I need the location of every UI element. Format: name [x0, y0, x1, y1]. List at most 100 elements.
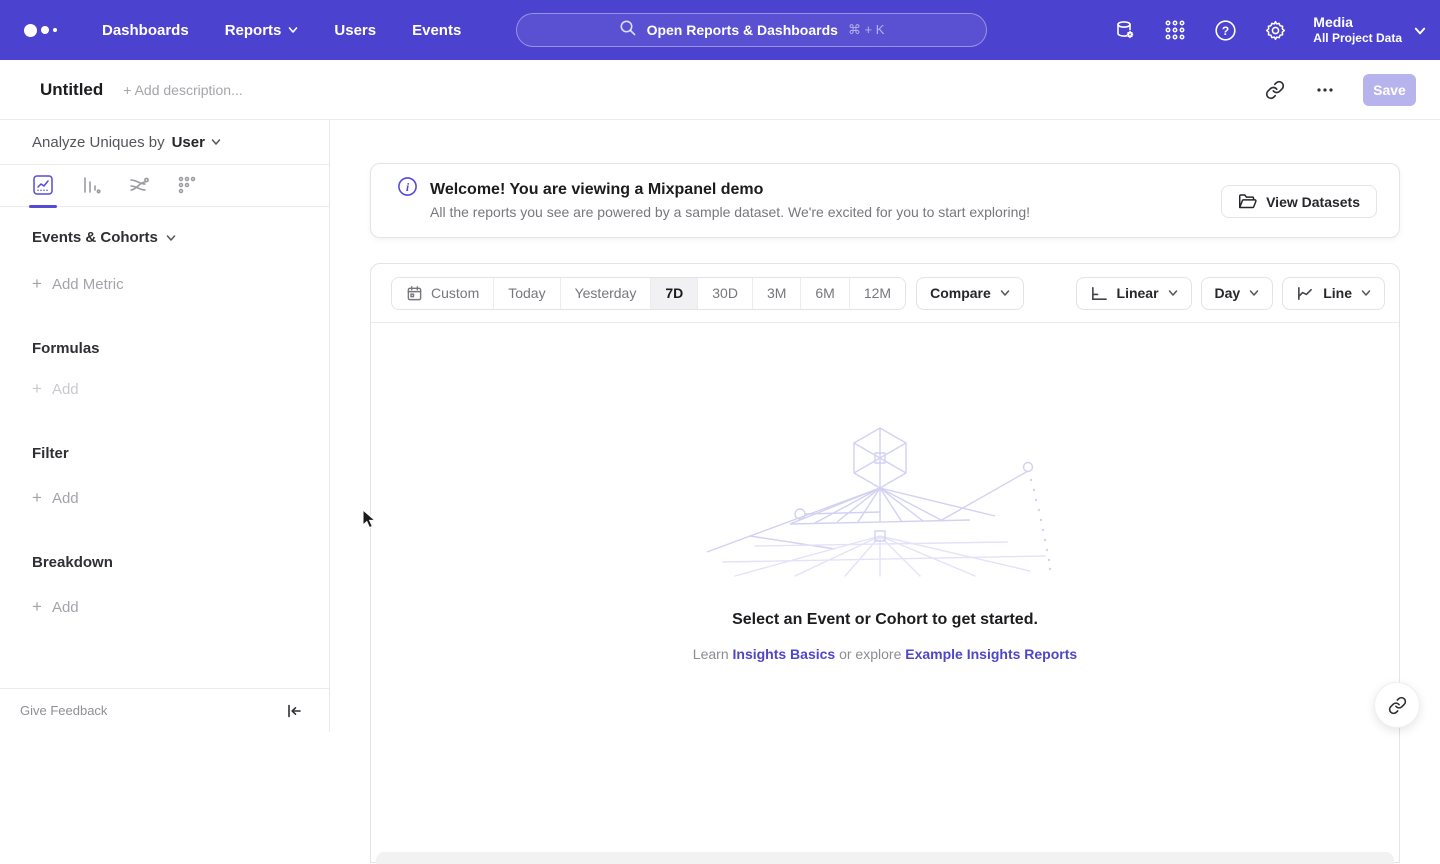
report-title[interactable]: Untitled — [40, 80, 103, 100]
tab-retention-icon[interactable] — [176, 174, 198, 196]
date-range-segmented-control: Custom Today Yesterday 7D 30D 3M 6M 12M — [391, 277, 906, 310]
chevron-down-icon — [1361, 288, 1371, 298]
compare-dropdown[interactable]: Compare — [916, 277, 1024, 310]
nav-right: ? Media All Project Data — [1113, 0, 1424, 60]
chevron-down-icon — [1249, 288, 1259, 298]
folder-icon — [1238, 193, 1257, 210]
tab-bar-chart-icon[interactable] — [80, 174, 102, 196]
date-range-6m[interactable]: 6M — [801, 278, 849, 309]
date-range-today[interactable]: Today — [494, 278, 560, 309]
events-cohorts-section: Events & Cohorts + Add Metric — [0, 229, 329, 294]
scale-dropdown[interactable]: Linear — [1076, 277, 1192, 310]
nav-item-events[interactable]: Events — [412, 22, 461, 39]
hint-prefix: Learn — [693, 646, 729, 662]
chart-controls-row: Custom Today Yesterday 7D 30D 3M 6M 12M … — [371, 264, 1399, 323]
formulas-heading: Formulas — [32, 340, 329, 357]
add-filter-button[interactable]: + Add — [32, 488, 329, 508]
project-switcher[interactable]: Media All Project Data — [1313, 14, 1424, 46]
more-options-icon[interactable] — [1313, 78, 1337, 102]
nav-item-reports[interactable]: Reports — [225, 22, 299, 39]
data-management-icon[interactable] — [1113, 18, 1137, 42]
save-button[interactable]: Save — [1363, 74, 1416, 106]
chevron-down-icon — [211, 137, 221, 147]
hint-middle: or explore — [839, 646, 901, 662]
plus-icon: + — [32, 379, 42, 399]
filter-section: Filter + Add — [0, 445, 329, 508]
empty-state-hint: Learn Insights Basics or explore Example… — [371, 646, 1399, 662]
formulas-section: Formulas + Add — [0, 340, 329, 399]
chevron-down-icon — [1000, 288, 1010, 298]
logo-dot-small — [53, 28, 57, 32]
date-range-label: Today — [508, 285, 545, 301]
date-range-12m[interactable]: 12M — [850, 278, 905, 309]
view-datasets-button[interactable]: View Datasets — [1221, 185, 1377, 218]
analyze-by-dropdown[interactable]: User — [172, 134, 221, 151]
add-filter-label: Add — [52, 490, 79, 507]
apps-grid-icon[interactable] — [1163, 18, 1187, 42]
filter-heading: Filter — [32, 445, 329, 462]
example-reports-link[interactable]: Example Insights Reports — [905, 646, 1077, 662]
add-formula-button[interactable]: + Add — [32, 379, 329, 399]
report-header: Untitled + Add description... Save — [0, 60, 1440, 120]
report-description-placeholder[interactable]: + Add description... — [123, 82, 242, 98]
date-range-yesterday[interactable]: Yesterday — [561, 278, 652, 309]
tab-insights-line-icon[interactable] — [32, 174, 54, 196]
events-cohorts-heading[interactable]: Events & Cohorts — [32, 229, 329, 246]
date-range-7d-selected[interactable]: 7D — [651, 278, 698, 309]
add-breakdown-button[interactable]: + Add — [32, 597, 329, 617]
interval-label: Day — [1215, 285, 1241, 301]
date-range-3m[interactable]: 3M — [753, 278, 801, 309]
interval-dropdown[interactable]: Day — [1201, 277, 1274, 310]
settings-gear-icon[interactable] — [1263, 18, 1287, 42]
search-placeholder: Open Reports & Dashboards — [647, 22, 838, 38]
give-feedback-link[interactable]: Give Feedback — [20, 703, 107, 718]
report-actions: Save — [1263, 74, 1416, 106]
chart-type-tabs — [0, 165, 329, 207]
global-search[interactable]: Open Reports & Dashboards ⌘ + K — [516, 13, 987, 47]
mixpanel-logo[interactable] — [24, 24, 70, 37]
plus-icon: + — [32, 597, 42, 617]
date-range-custom[interactable]: Custom — [392, 278, 494, 309]
demo-banner: i Welcome! You are viewing a Mixpanel de… — [370, 163, 1400, 238]
view-datasets-label: View Datasets — [1266, 194, 1360, 210]
date-range-30d[interactable]: 30D — [698, 278, 753, 309]
project-subtitle: All Project Data — [1313, 31, 1402, 46]
breakdown-section: Breakdown + Add — [0, 554, 329, 617]
date-range-label: 6M — [815, 285, 834, 301]
analyze-row: Analyze Uniques by User — [0, 120, 329, 165]
nav-items: Dashboards Reports Users Events — [102, 22, 461, 39]
chart-type-dropdown[interactable]: Line — [1282, 277, 1385, 310]
svg-text:?: ? — [1222, 24, 1229, 38]
plus-icon: + — [32, 488, 42, 508]
logo-dot-medium — [41, 26, 49, 34]
nav-item-dashboards[interactable]: Dashboards — [102, 22, 189, 39]
info-icon: i — [397, 176, 418, 202]
collapse-sidebar-icon[interactable] — [285, 702, 303, 720]
compare-label: Compare — [930, 285, 991, 301]
add-metric-button[interactable]: + Add Metric — [32, 274, 329, 294]
project-name: Media — [1313, 14, 1402, 31]
next-section-peek — [376, 852, 1394, 864]
nav-item-users[interactable]: Users — [334, 22, 376, 39]
add-formula-label: Add — [52, 381, 79, 398]
tab-flows-icon[interactable] — [128, 174, 150, 196]
logo-dot-large — [24, 24, 37, 37]
selected-tab-underline — [29, 205, 57, 208]
events-cohorts-label: Events & Cohorts — [32, 229, 158, 246]
analyze-prefix-label: Analyze Uniques by — [32, 134, 165, 151]
copy-link-icon[interactable] — [1263, 78, 1287, 102]
scale-label: Linear — [1117, 285, 1159, 301]
help-icon[interactable]: ? — [1213, 18, 1237, 42]
chevron-down-icon — [1414, 25, 1424, 35]
banner-text: Welcome! You are viewing a Mixpanel demo… — [430, 181, 1030, 220]
banner-body: All the reports you see are powered by a… — [430, 204, 1030, 220]
nav-item-label: Dashboards — [102, 22, 189, 39]
search-icon — [619, 19, 637, 42]
line-chart-icon — [1296, 285, 1314, 302]
date-range-label: Yesterday — [575, 285, 637, 301]
date-range-label: 30D — [712, 285, 738, 301]
chevron-down-icon — [166, 233, 176, 243]
insights-basics-link[interactable]: Insights Basics — [733, 646, 836, 662]
share-link-fab[interactable] — [1374, 682, 1420, 728]
sidebar-footer: Give Feedback — [0, 688, 329, 732]
